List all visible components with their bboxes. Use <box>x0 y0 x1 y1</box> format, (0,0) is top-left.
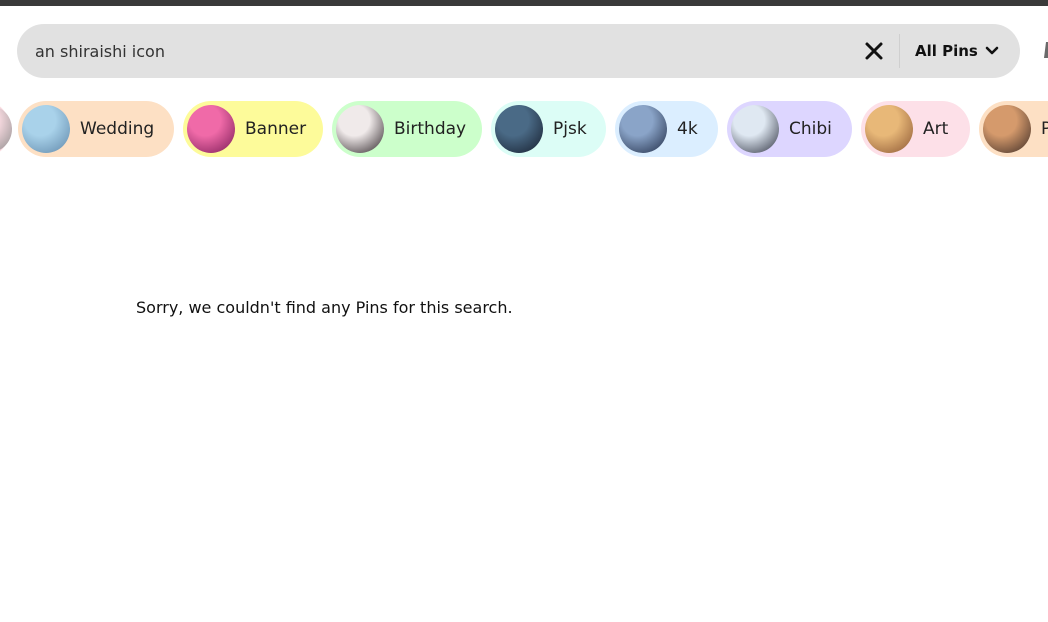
clear-search-button[interactable] <box>859 36 889 66</box>
chip-avatar <box>983 105 1031 153</box>
chip-label: Pjsk <box>553 119 587 139</box>
filter-dropdown[interactable]: All Pins <box>915 24 999 78</box>
chip-avatar <box>495 105 543 153</box>
chip-avatar <box>865 105 913 153</box>
chip-art[interactable]: Art <box>861 101 970 157</box>
chip-avatar <box>22 105 70 153</box>
chip-label: Banner <box>245 119 307 139</box>
related-searches-row: Wedding Banner Birthday Pjsk 4k Chibi Ar… <box>0 100 1048 158</box>
chip-pjsk[interactable]: Pjsk <box>491 101 606 157</box>
chip-label: P <box>1041 119 1048 139</box>
search-input[interactable] <box>35 24 855 78</box>
chip-wedding[interactable]: Wedding <box>18 101 174 157</box>
empty-results-message: Sorry, we couldn't find any Pins for thi… <box>136 298 513 317</box>
user-icon[interactable] <box>1040 40 1048 60</box>
chip-label: 4k <box>677 119 698 139</box>
chip-avatar <box>336 105 384 153</box>
chip-label: Chibi <box>789 119 832 139</box>
chevron-down-icon <box>985 46 999 55</box>
close-icon <box>865 42 883 60</box>
chip-birthday[interactable]: Birthday <box>332 101 482 157</box>
chip-label: Art <box>923 119 949 139</box>
chip-avatar <box>187 105 235 153</box>
search-divider <box>899 34 900 68</box>
search-bar: All Pins <box>17 24 1020 78</box>
chip-label: Birthday <box>394 119 467 139</box>
chip-avatar <box>619 105 667 153</box>
chip-partial-right[interactable]: P <box>979 101 1048 157</box>
chip-banner[interactable]: Banner <box>183 101 323 157</box>
chip-avatar <box>0 105 12 153</box>
chip-avatar <box>731 105 779 153</box>
chip-label: Wedding <box>80 119 155 139</box>
chip-4k[interactable]: 4k <box>615 101 718 157</box>
chip-partial[interactable] <box>0 101 12 157</box>
window-top-bar <box>0 0 1048 6</box>
filter-label: All Pins <box>915 42 978 60</box>
chip-chibi[interactable]: Chibi <box>727 101 852 157</box>
